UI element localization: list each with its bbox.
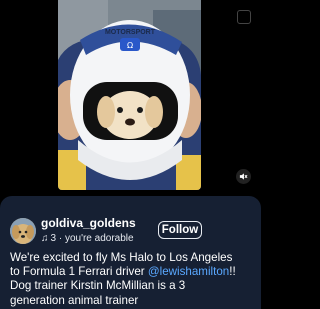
caption-line-1: We're excited to fly Ms Halo to Los Ange… xyxy=(10,251,233,264)
music-text: 3 · you're adorable xyxy=(50,233,134,244)
speaker-muted-icon xyxy=(239,173,248,180)
post-caption: We're excited to fly Ms Halo to Los Ange… xyxy=(10,251,258,308)
music-info[interactable]: ♫ 3 · you're adorable xyxy=(41,233,134,244)
avatar-image xyxy=(10,218,36,244)
caption-line-3: Dog trainer Kirstin McMillian is a 3 xyxy=(10,279,186,293)
caption-line-2-prefix: to Formula 1 Ferrari driver xyxy=(10,265,148,279)
mute-button[interactable] xyxy=(236,169,251,184)
avatar[interactable] xyxy=(10,218,36,244)
video-frame: Ω MOTORSPORT xyxy=(58,0,201,190)
follow-button[interactable]: Follow xyxy=(158,221,202,239)
music-note-icon: ♫ xyxy=(41,233,49,244)
caption-line-4: generation animal trainer xyxy=(10,293,139,307)
mention-link[interactable]: @lewishamilton xyxy=(148,265,229,278)
helmet-logo-text: MOTORSPORT xyxy=(105,29,156,36)
post-info-panel: goldiva_goldens ♫ 3 · you're adorable Fo… xyxy=(0,196,261,309)
caption-line-2: to Formula 1 Ferrari driver @lewishamilt… xyxy=(10,265,258,279)
username[interactable]: goldiva_goldens xyxy=(41,216,136,230)
video-player[interactable]: Ω MOTORSPORT xyxy=(58,0,201,190)
top-right-icon[interactable] xyxy=(237,10,251,24)
caption-line-2-suffix: !! xyxy=(229,265,236,279)
svg-text:Ω: Ω xyxy=(127,41,133,50)
